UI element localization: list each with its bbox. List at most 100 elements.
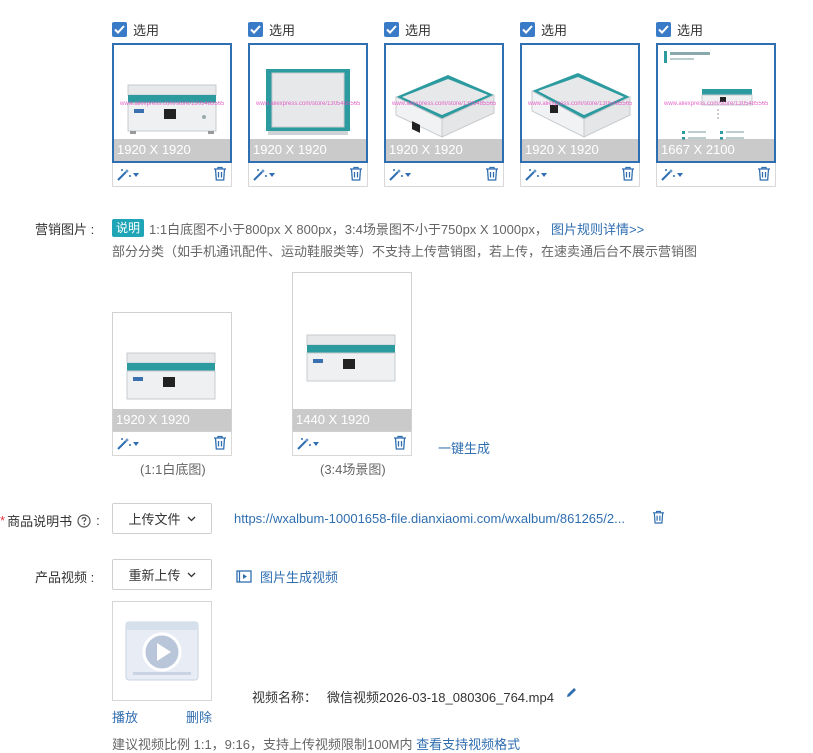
- magic-wand-icon: [117, 437, 131, 450]
- watermark-text: www.aliexpress.com/store/1305485565: [120, 101, 225, 107]
- magic-edit-button[interactable]: [116, 168, 139, 182]
- product-image-card[interactable]: www.aliexpress.com/store/1305485565 1920…: [112, 43, 232, 187]
- video-film-icon: [236, 570, 252, 583]
- watermark-text: www.aliexpress.com/store/1305485565: [664, 101, 769, 107]
- manual-file-link[interactable]: https://wxalbum-10001658-file.dianxiaomi…: [234, 511, 630, 526]
- caret-down-icon: [677, 172, 683, 177]
- checkbox-label: 选用: [269, 22, 296, 38]
- info-badge: 说明: [112, 219, 145, 237]
- marketing-label: 营销图片 :: [35, 222, 95, 237]
- upload-file-dropdown[interactable]: 上传文件: [112, 503, 212, 534]
- product-image[interactable]: www.aliexpress.com/store/1305485565 1920…: [520, 43, 640, 163]
- manual-label: 商品说明书: [7, 514, 73, 529]
- caret-down-icon: [541, 172, 547, 177]
- magic-edit-button[interactable]: [116, 437, 139, 451]
- select-checkbox-3[interactable]: 选用: [384, 20, 431, 38]
- checkbox-checked-icon[interactable]: [520, 21, 535, 37]
- required-mark: *: [0, 513, 6, 528]
- marketing-caption-square: (1:1白底图): [140, 462, 206, 477]
- magic-wand-icon: [389, 168, 403, 181]
- image-dimension: 1920 X 1920: [250, 139, 366, 161]
- magic-edit-button[interactable]: [660, 168, 683, 182]
- image-dimension: 1920 X 1920: [522, 139, 638, 161]
- product-image-card[interactable]: www.aliexpress.com/store/1305485565 1920…: [520, 43, 640, 187]
- select-checkbox-1[interactable]: 选用: [112, 20, 159, 38]
- marketing-caption-portrait: (3:4场景图): [320, 462, 386, 477]
- delete-button[interactable]: [393, 435, 407, 453]
- image-to-video-button[interactable]: 图片生成视频: [236, 567, 338, 586]
- magic-wand-icon: [661, 168, 675, 181]
- trash-icon: [214, 166, 226, 181]
- trash-icon: [486, 166, 498, 181]
- video-thumbnail[interactable]: [112, 601, 212, 701]
- trash-icon: [350, 166, 362, 181]
- checkbox-label: 选用: [405, 22, 432, 38]
- magic-edit-button[interactable]: [252, 168, 275, 182]
- trash-icon: [652, 510, 665, 524]
- play-video-link[interactable]: 播放: [112, 707, 138, 726]
- delete-button[interactable]: [349, 166, 363, 184]
- watermark-text: www.aliexpress.com/store/1305485565: [256, 101, 361, 107]
- image-dimension: 1920 X 1920: [114, 139, 230, 161]
- delete-button[interactable]: [621, 166, 635, 184]
- upload-file-label: 上传文件: [128, 512, 181, 527]
- magic-wand-icon: [525, 168, 539, 181]
- magic-wand-icon: [117, 168, 131, 181]
- delete-button[interactable]: [485, 166, 499, 184]
- video-label: 产品视频 :: [35, 570, 95, 585]
- checkbox-checked-icon[interactable]: [384, 21, 399, 37]
- video-play-icon: [125, 621, 199, 681]
- marketing-rule-text: 1:1白底图不小于800px X 800px，3:4场景图不小于750px X …: [149, 222, 548, 237]
- watermark-text: www.aliexpress.com/store/1305485565: [392, 101, 497, 107]
- magic-wand-icon: [297, 437, 311, 450]
- delete-button[interactable]: [757, 166, 771, 184]
- checkbox-label: 选用: [133, 22, 160, 38]
- manual-label-row: * 商品说明书 :: [0, 513, 100, 529]
- caret-down-icon: [313, 441, 319, 446]
- delete-video-link[interactable]: 删除: [186, 707, 212, 726]
- chevron-down-icon: [187, 516, 195, 521]
- magic-edit-button[interactable]: [296, 437, 319, 451]
- caret-down-icon: [133, 441, 139, 446]
- delete-button[interactable]: [213, 166, 227, 184]
- caret-down-icon: [405, 172, 411, 177]
- product-image[interactable]: www.aliexpress.com/store/1305485565 1920…: [112, 43, 232, 163]
- image-dimension: 1920 X 1920: [113, 409, 231, 431]
- video-bottom-note-row: 建议视频比例 1:1，9:16，支持上传视频限制100M内 查看支持视频格式: [112, 734, 520, 753]
- question-circle-icon[interactable]: [77, 513, 91, 528]
- marketing-image[interactable]: 1920 X 1920: [112, 312, 232, 432]
- image-dimension: 1440 X 1920: [293, 409, 411, 431]
- one-click-generate-link[interactable]: 一键生成: [438, 438, 490, 457]
- trash-icon: [214, 435, 226, 450]
- checkbox-checked-icon[interactable]: [248, 21, 263, 37]
- checkbox-label: 选用: [677, 22, 704, 38]
- pencil-icon: [567, 688, 576, 697]
- product-image-card[interactable]: www.aliexpress.com/store/1305485565 1920…: [384, 43, 504, 187]
- product-image[interactable]: www.aliexpress.com/store/1305485565 1920…: [248, 43, 368, 163]
- product-image[interactable]: www.aliexpress.com/store/1305485565 1920…: [384, 43, 504, 163]
- trash-icon: [758, 166, 770, 181]
- manual-delete-button[interactable]: [652, 510, 665, 527]
- select-checkbox-4[interactable]: 选用: [520, 20, 567, 38]
- marketing-image-card-square[interactable]: 1920 X 1920: [112, 312, 232, 456]
- checkbox-label: 选用: [541, 22, 568, 38]
- video-format-link[interactable]: 查看支持视频格式: [416, 737, 520, 752]
- image-rule-link[interactable]: 图片规则详情>>: [551, 219, 644, 238]
- select-checkbox-5[interactable]: 选用: [656, 20, 703, 38]
- product-image-card[interactable]: www.aliexpress.com/store/1305485565 1667…: [656, 43, 776, 187]
- caret-down-icon: [269, 172, 275, 177]
- trash-icon: [622, 166, 634, 181]
- delete-button[interactable]: [213, 435, 227, 453]
- edit-video-name-button[interactable]: [565, 686, 578, 702]
- checkbox-checked-icon[interactable]: [656, 21, 671, 37]
- reupload-dropdown[interactable]: 重新上传: [112, 559, 212, 590]
- marketing-image[interactable]: 1440 X 1920: [292, 272, 412, 432]
- watermark-text: www.aliexpress.com/store/1305485565: [528, 101, 633, 107]
- magic-edit-button[interactable]: [524, 168, 547, 182]
- product-image[interactable]: www.aliexpress.com/store/1305485565 1667…: [656, 43, 776, 163]
- magic-edit-button[interactable]: [388, 168, 411, 182]
- marketing-image-card-portrait[interactable]: 1440 X 1920: [292, 272, 412, 456]
- checkbox-checked-icon[interactable]: [112, 21, 127, 37]
- select-checkbox-2[interactable]: 选用: [248, 20, 295, 38]
- product-image-card[interactable]: www.aliexpress.com/store/1305485565 1920…: [248, 43, 368, 187]
